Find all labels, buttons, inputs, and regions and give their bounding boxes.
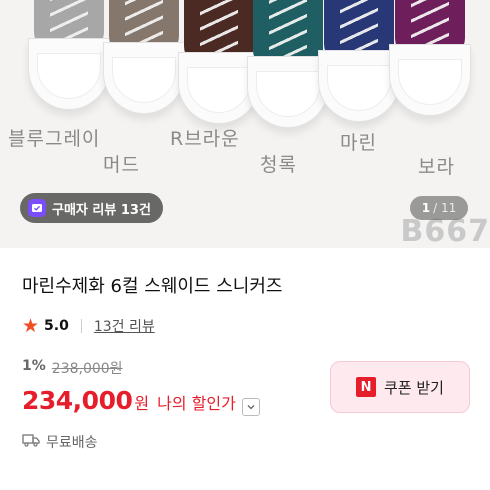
discount-rate: 1%	[22, 358, 46, 374]
rating-score: 5.0	[44, 318, 69, 334]
color-label-purple: 보라	[418, 156, 455, 178]
review-pill-label: 구매자 리뷰 13건	[52, 202, 151, 218]
get-coupon-button[interactable]: N 쿠폰 받기	[330, 361, 470, 413]
product-title: 마린수제화 6컬 스웨이드 스니커즈	[22, 276, 283, 297]
color-label-marine: 마린	[340, 132, 377, 154]
shipping-info: 무료배송	[22, 432, 98, 452]
chevron-down-icon[interactable]	[241, 398, 260, 416]
shoe-purple	[389, 0, 471, 116]
product-image-carousel[interactable]: 블루그레이 머드 R브라운 청록 마린 보라 B667 구매자 리뷰 13건 1…	[0, 0, 490, 248]
pager-current: 1	[421, 201, 431, 215]
original-price-row: 1% 238,000원	[22, 358, 123, 378]
sale-price: 234,000	[22, 386, 133, 415]
buyer-review-button[interactable]: 구매자 리뷰 13건	[20, 193, 163, 223]
n-badge-icon: N	[356, 377, 377, 397]
color-label-bluegray: 블루그레이	[8, 128, 101, 150]
review-badge-icon	[28, 199, 46, 217]
shoe-teal	[247, 0, 329, 128]
divider	[80, 319, 82, 333]
shoe-mud	[103, 0, 185, 114]
color-label-mud: 머드	[103, 154, 140, 176]
color-label-rbrown: R브라운	[170, 128, 240, 150]
my-price-label: 나의 할인가	[157, 394, 236, 413]
shoe-bluegray	[28, 0, 110, 110]
shoe-marine	[318, 0, 400, 122]
sale-price-row: 234,000 원 나의 할인가	[22, 386, 260, 416]
coupon-label: 쿠폰 받기	[384, 378, 444, 397]
pager-total: / 11	[433, 201, 457, 215]
original-price: 238,000원	[51, 361, 123, 377]
image-pager: 1 / 11	[410, 196, 468, 220]
sale-currency: 원	[134, 394, 150, 413]
rating-row: ★ 5.0 13건 리뷰	[22, 316, 155, 336]
shipping-label: 무료배송	[46, 435, 98, 451]
star-icon: ★	[22, 314, 40, 337]
truck-icon	[22, 433, 40, 451]
color-label-teal: 청록	[260, 154, 297, 176]
review-count-link[interactable]: 13건 리뷰	[94, 316, 155, 336]
